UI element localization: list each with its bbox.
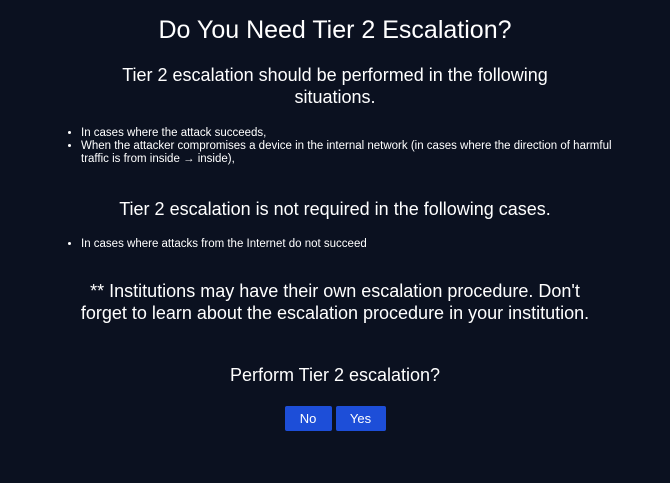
escalation-dialog: Do You Need Tier 2 Escalation? Tier 2 es…: [0, 0, 670, 483]
escalation-question: Perform Tier 2 escalation?: [229, 365, 441, 385]
not-required-cases-list: In cases where attacks from the Internet…: [63, 238, 641, 251]
yes-button[interactable]: Yes: [335, 406, 386, 431]
list-item: In cases where the attack succeeds,: [81, 127, 641, 140]
no-button[interactable]: No: [284, 406, 332, 431]
list-item: When the attacker compromises a device i…: [81, 140, 641, 166]
intro-text: Tier 2 escalation should be performed in…: [122, 65, 548, 107]
answer-buttons: No Yes: [0, 406, 670, 431]
required-cases-list: In cases where the attack succeeds, When…: [63, 127, 641, 166]
not-required-heading: Tier 2 escalation is not required in the…: [119, 199, 551, 219]
list-item: In cases where attacks from the Internet…: [81, 238, 641, 251]
institution-note: ** Institutions may have their own escal…: [80, 281, 590, 323]
dialog-title: Do You Need Tier 2 Escalation?: [158, 16, 512, 44]
